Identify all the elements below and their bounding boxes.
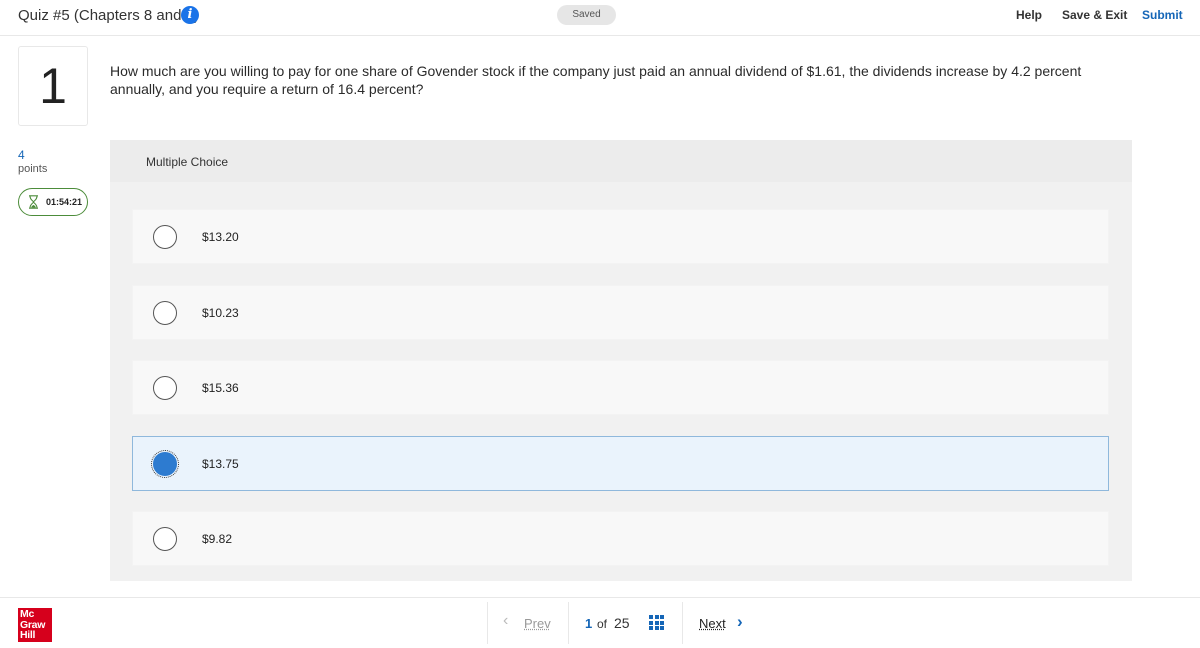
divider — [568, 602, 569, 644]
timer-badge[interactable]: 01:54:21 — [18, 188, 88, 216]
prev-button[interactable]: Prev — [524, 616, 551, 631]
page-of-label: of — [597, 617, 608, 631]
quiz-title: Quiz #5 (Chapters 8 and 9) — [18, 7, 199, 24]
chevron-right-icon[interactable]: › — [737, 612, 743, 632]
radio-button[interactable] — [153, 376, 177, 400]
answer-panel-header: Multiple Choice — [110, 140, 1132, 182]
logo-line: Hill — [20, 629, 36, 641]
radio-button[interactable] — [153, 527, 177, 551]
question-number: 1 — [39, 58, 67, 114]
radio-button[interactable] — [153, 301, 177, 325]
radio-button[interactable] — [153, 225, 177, 249]
question-text: How much are you willing to pay for one … — [110, 63, 1082, 97]
answer-option-label: $13.75 — [202, 457, 239, 471]
points-value: 4 — [18, 148, 25, 162]
chevron-left-icon[interactable]: ‹ — [503, 612, 508, 630]
info-icon[interactable]: i — [181, 6, 199, 24]
current-page: 1 — [585, 616, 593, 631]
answer-option-label: $10.23 — [202, 306, 239, 320]
answer-option[interactable]: $13.20 — [132, 209, 1109, 264]
footer-bar: Mc Graw Hill ‹ Prev 1 of 25 Next › — [0, 597, 1200, 648]
answer-panel: Multiple Choice $13.20 $10.23 $15.36 $13… — [110, 140, 1132, 581]
question-grid-icon[interactable] — [649, 615, 664, 630]
answer-option-label: $15.36 — [202, 381, 239, 395]
answer-option[interactable]: $10.23 — [132, 285, 1109, 340]
top-bar: Quiz #5 (Chapters 8 and 9) i Saved Help … — [0, 0, 1200, 36]
mcgraw-hill-logo: Mc Graw Hill — [18, 608, 52, 642]
answer-option-label: $13.20 — [202, 230, 239, 244]
hourglass-icon — [29, 195, 38, 209]
answer-option-label: $9.82 — [202, 532, 233, 546]
answer-option[interactable]: $9.82 — [132, 511, 1109, 566]
saved-status-badge: Saved — [557, 5, 616, 25]
save-exit-button[interactable]: Save & Exit — [1062, 8, 1127, 22]
question-number-box: 1 — [18, 46, 88, 126]
answer-option[interactable]: $15.36 — [132, 360, 1109, 415]
help-button[interactable]: Help — [1016, 8, 1042, 22]
timer-text: 01:54:21 — [46, 197, 83, 207]
divider — [487, 602, 488, 644]
total-pages: 25 — [614, 615, 630, 631]
logo-line: Mc — [20, 608, 34, 620]
answer-option-selected[interactable]: $13.75 — [132, 436, 1109, 491]
divider — [682, 602, 683, 644]
next-button[interactable]: Next — [699, 616, 726, 631]
question-type-label: Multiple Choice — [146, 155, 229, 169]
points-label: points — [18, 163, 48, 175]
submit-button[interactable]: Submit — [1142, 8, 1183, 22]
radio-button-selected[interactable] — [151, 450, 179, 478]
